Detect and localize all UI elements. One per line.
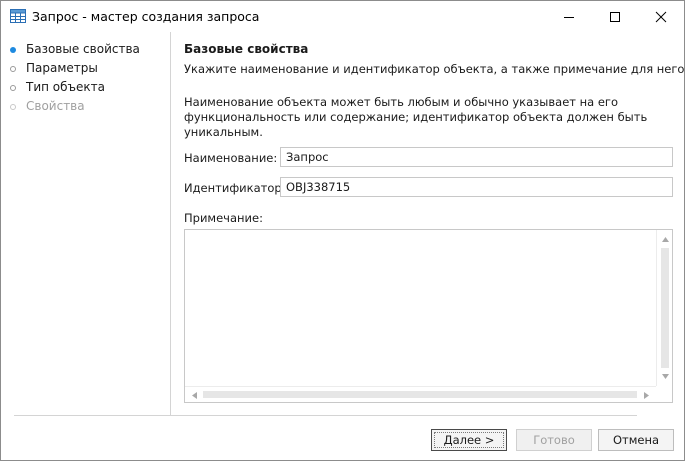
- identifier-input[interactable]: [280, 177, 673, 197]
- page-subtitle: Укажите наименование и идентификатор объ…: [184, 62, 685, 76]
- horizontal-scroll-track[interactable]: [203, 391, 637, 398]
- scroll-up-arrow-icon[interactable]: [658, 232, 672, 246]
- minimize-button[interactable]: [546, 1, 592, 32]
- nav-item-label: Свойства: [26, 99, 85, 113]
- scroll-right-arrow-icon[interactable]: [639, 388, 653, 402]
- minimize-icon: [564, 17, 574, 18]
- note-textarea[interactable]: [184, 229, 673, 403]
- name-input[interactable]: [280, 147, 673, 167]
- maximize-button[interactable]: [592, 1, 638, 32]
- window-title: Запрос - мастер создания запроса: [32, 9, 260, 24]
- step-disabled-bullet-icon: [10, 104, 16, 110]
- cancel-button[interactable]: Отмена: [598, 429, 674, 451]
- step-active-bullet-icon: [10, 47, 16, 53]
- identifier-label: Идентификатор:: [184, 181, 286, 195]
- step-bullet-icon: [10, 85, 16, 91]
- scroll-down-arrow-icon[interactable]: [658, 369, 672, 383]
- next-button[interactable]: Далее >: [431, 429, 507, 451]
- page-title: Базовые свойства: [184, 42, 309, 56]
- table-grid-icon: [10, 9, 26, 23]
- note-label: Примечание:: [184, 211, 263, 225]
- footer-divider: [14, 415, 637, 416]
- info-text: Наименование объекта может быть любым и …: [184, 95, 648, 139]
- scroll-left-arrow-icon[interactable]: [187, 388, 201, 402]
- title-bar[interactable]: Запрос - мастер создания запроса: [1, 1, 684, 32]
- scrollbar-corner: [656, 386, 672, 402]
- maximize-icon: [610, 12, 620, 22]
- horizontal-scrollbar[interactable]: [185, 386, 656, 402]
- nav-item-label: Тип объекта: [26, 80, 105, 94]
- name-label: Наименование:: [184, 151, 278, 165]
- close-button[interactable]: [638, 1, 684, 32]
- vertical-scroll-track[interactable]: [661, 248, 669, 368]
- vertical-scrollbar[interactable]: [656, 230, 672, 386]
- wizard-window: Запрос - мастер создания запроса Базовые…: [0, 0, 685, 461]
- done-button: Готово: [516, 429, 592, 451]
- step-bullet-icon: [10, 66, 16, 72]
- nav-item-label: Базовые свойства: [26, 42, 140, 56]
- close-icon: [655, 11, 667, 23]
- nav-item-label: Параметры: [26, 61, 98, 75]
- nav-divider: [170, 32, 171, 415]
